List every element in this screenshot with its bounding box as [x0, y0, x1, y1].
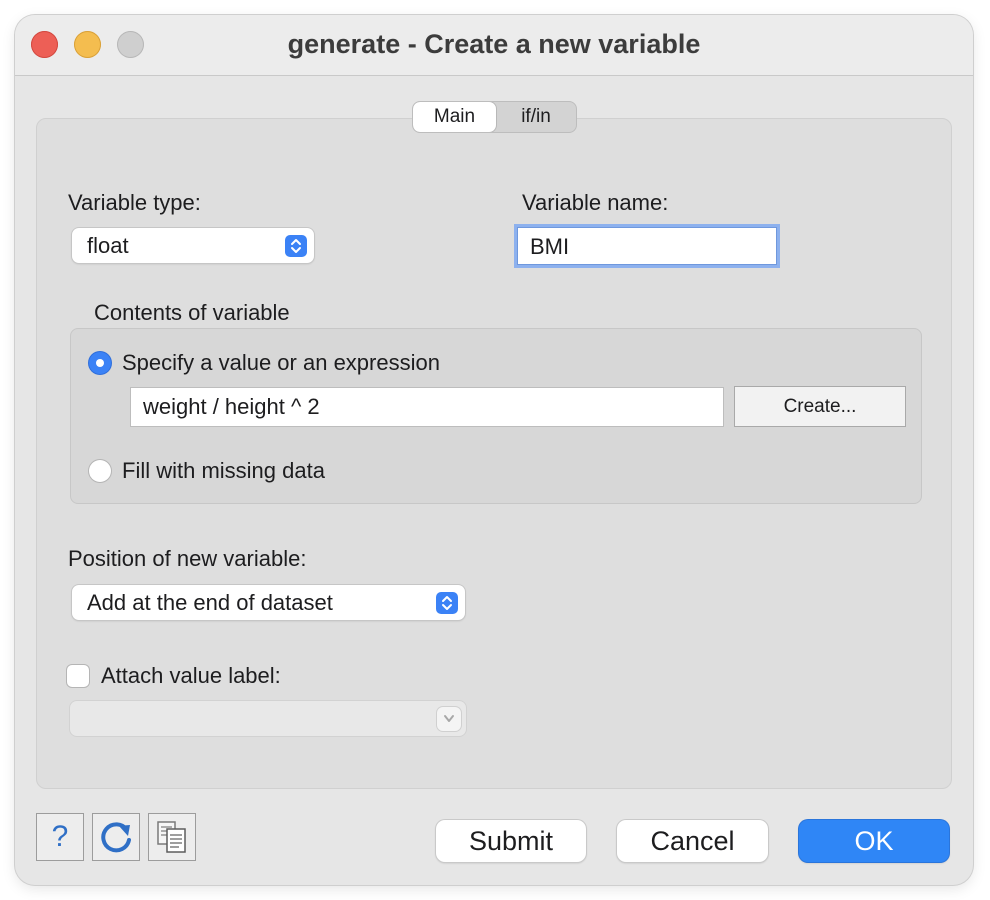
- chevron-down-icon: [437, 707, 461, 731]
- copy-command-icon: [157, 821, 186, 853]
- position-select[interactable]: Add at the end of dataset: [72, 585, 465, 620]
- ok-button[interactable]: OK: [799, 820, 949, 862]
- updown-chevron-icon: [285, 235, 307, 257]
- expression-input[interactable]: weight / height ^ 2: [130, 387, 724, 427]
- variable-type-label: Variable type:: [68, 190, 201, 215]
- contents-label: Contents of variable: [94, 300, 290, 325]
- window-title: generate - Create a new variable: [287, 29, 701, 59]
- help-button[interactable]: ?: [36, 813, 84, 861]
- variable-type-value: float: [87, 233, 129, 258]
- missing-data-radio[interactable]: [89, 460, 111, 482]
- position-value: Add at the end of dataset: [87, 590, 333, 615]
- reset-icon: [101, 822, 131, 853]
- dialog-window: generate - Create a new variable Main if…: [15, 15, 973, 885]
- create-button[interactable]: Create...: [734, 386, 906, 427]
- tab-bar: Main if/in: [412, 101, 577, 133]
- attach-value-label-text[interactable]: Attach value label:: [101, 663, 281, 689]
- variable-name-label: Variable name:: [522, 190, 669, 215]
- help-icon: ?: [51, 820, 69, 853]
- submit-button[interactable]: Submit: [436, 820, 586, 862]
- cancel-button[interactable]: Cancel: [617, 820, 768, 862]
- position-label: Position of new variable:: [68, 546, 307, 571]
- expression-value: weight / height ^ 2: [143, 394, 320, 419]
- variable-type-select[interactable]: float: [72, 228, 314, 263]
- attach-value-label-checkbox[interactable]: [67, 665, 89, 687]
- variable-name-field[interactable]: BMI: [517, 227, 777, 265]
- expression-radio[interactable]: [89, 352, 111, 374]
- missing-data-radio-label[interactable]: Fill with missing data: [122, 458, 325, 484]
- expression-radio-label[interactable]: Specify a value or an expression: [122, 350, 440, 376]
- tab-if-in[interactable]: if/in: [496, 102, 576, 132]
- updown-chevron-icon: [436, 592, 458, 614]
- reset-button[interactable]: [92, 813, 140, 861]
- tab-main[interactable]: Main: [413, 102, 496, 132]
- title-bar[interactable]: generate - Create a new variable: [15, 15, 973, 76]
- value-label-select[interactable]: [70, 701, 466, 736]
- copy-command-button[interactable]: [148, 813, 196, 861]
- variable-name-value: BMI: [530, 234, 570, 259]
